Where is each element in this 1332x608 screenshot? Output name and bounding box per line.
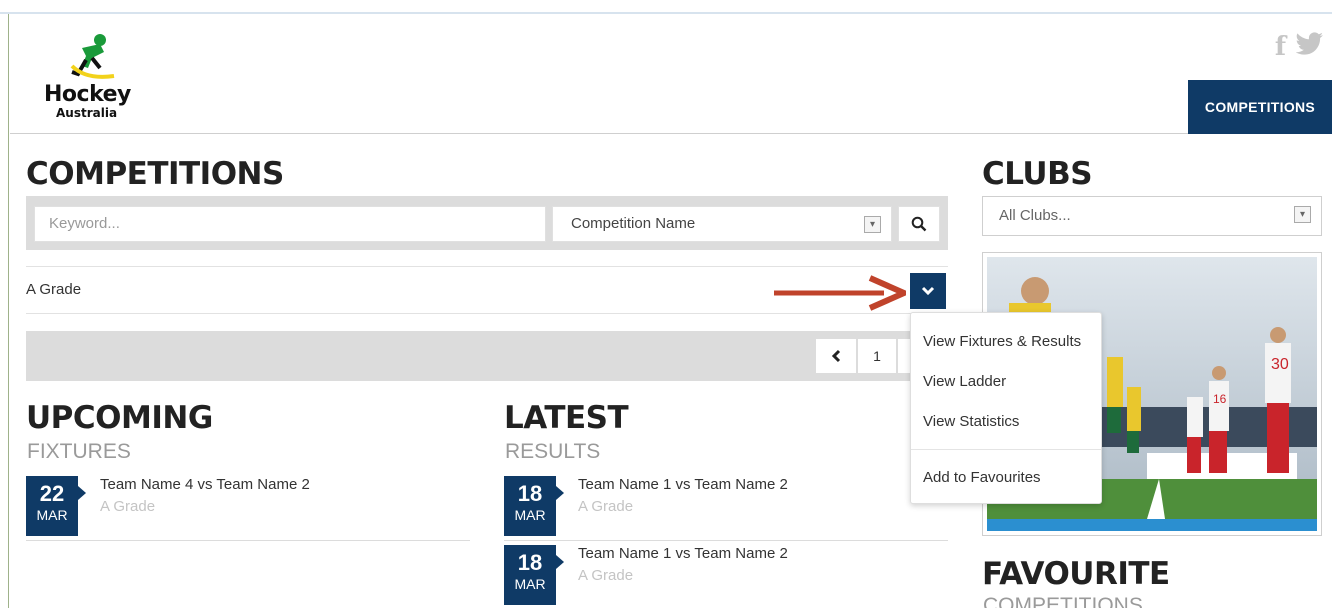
chevron-down-icon: ▾ [864,216,881,233]
hockey-australia-logo[interactable]: Hockey Australia [42,34,152,126]
chevron-down-icon [921,286,935,296]
competitions-title: COMPETITIONS [26,156,284,192]
window-top-border [0,0,1332,14]
latest-title: LATEST [504,400,629,436]
site-header: Hockey Australia f COMPETITIONS [10,16,1332,134]
menu-item-add-to-favourites[interactable]: Add to Favourites [923,469,1041,486]
clubs-title: CLUBS [982,156,1093,192]
result-title[interactable]: Team Name 1 vs Team Name 2 [578,545,788,562]
competition-search-bar: Keyword... Competition Name ▾ [26,196,948,250]
date-badge: 18 MAR [504,476,564,536]
date-day: 18 [517,550,543,575]
pagination-page-1[interactable]: 1 [858,339,896,373]
competition-name-select[interactable]: Competition Name ▾ [552,206,892,242]
nav-competitions-button[interactable]: COMPETITIONS [1188,80,1332,134]
social-links: f [1275,32,1324,63]
menu-item-view-fixtures-results[interactable]: View Fixtures & Results [923,333,1081,350]
fixture-title[interactable]: Team Name 4 vs Team Name 2 [100,476,310,493]
date-day: 22 [39,481,65,506]
result-title[interactable]: Team Name 1 vs Team Name 2 [578,476,788,493]
list-item[interactable]: 18 MAR Team Name 1 vs Team Name 2 A Grad… [504,545,948,607]
fixture-grade: A Grade [100,498,156,515]
list-item[interactable]: 22 MAR Team Name 4 vs Team Name 2 A Grad… [26,476,470,538]
logo-subtitle: Australia [56,106,118,120]
date-month: MAR [36,507,68,523]
date-month: MAR [514,576,546,592]
menu-item-view-ladder[interactable]: View Ladder [923,373,1006,390]
upcoming-subtitle: FIXTURES [27,440,131,463]
list-item[interactable]: 18 MAR Team Name 1 vs Team Name 2 A Grad… [504,476,948,538]
pagination-prev-button[interactable] [816,339,856,373]
logo-wordmark: Hockey [44,82,131,107]
jersey-number: 16 [1213,392,1227,406]
date-day: 18 [517,481,543,506]
search-button[interactable] [898,206,940,242]
date-badge: 18 MAR [504,545,564,605]
chevron-down-icon: ▾ [1294,206,1311,223]
grade-options-toggle-button[interactable] [910,273,946,309]
result-grade: A Grade [578,498,634,515]
keyword-input[interactable]: Keyword... [34,206,546,242]
result-grade: A Grade [578,567,634,584]
menu-divider [911,449,1101,450]
annotation-arrow-icon [774,275,906,311]
date-month: MAR [514,507,546,523]
menu-item-view-statistics[interactable]: View Statistics [923,413,1019,430]
twitter-icon[interactable] [1295,32,1324,63]
upcoming-title: UPCOMING [26,400,213,436]
date-badge: 22 MAR [26,476,86,536]
window-left-border [0,14,9,608]
pagination-bar: 1 [26,331,948,381]
grade-options-menu: View Fixtures & Results View Ladder View… [910,312,1102,504]
jersey-number: 30 [1271,356,1289,373]
competition-name-select-value: Competition Name [571,215,696,232]
facebook-icon[interactable]: f [1275,32,1286,63]
divider [504,540,948,541]
selected-grade-label: A Grade [26,281,82,298]
search-icon [911,216,927,232]
clubs-select[interactable]: All Clubs... ▾ [982,196,1322,236]
latest-subtitle: RESULTS [505,440,601,463]
divider [26,540,470,541]
favourite-title: FAVOURITE [982,556,1170,592]
clubs-select-value: All Clubs... [999,207,1071,224]
favourite-subtitle: COMPETITIONS [983,594,1143,608]
chevron-left-icon [831,349,841,363]
